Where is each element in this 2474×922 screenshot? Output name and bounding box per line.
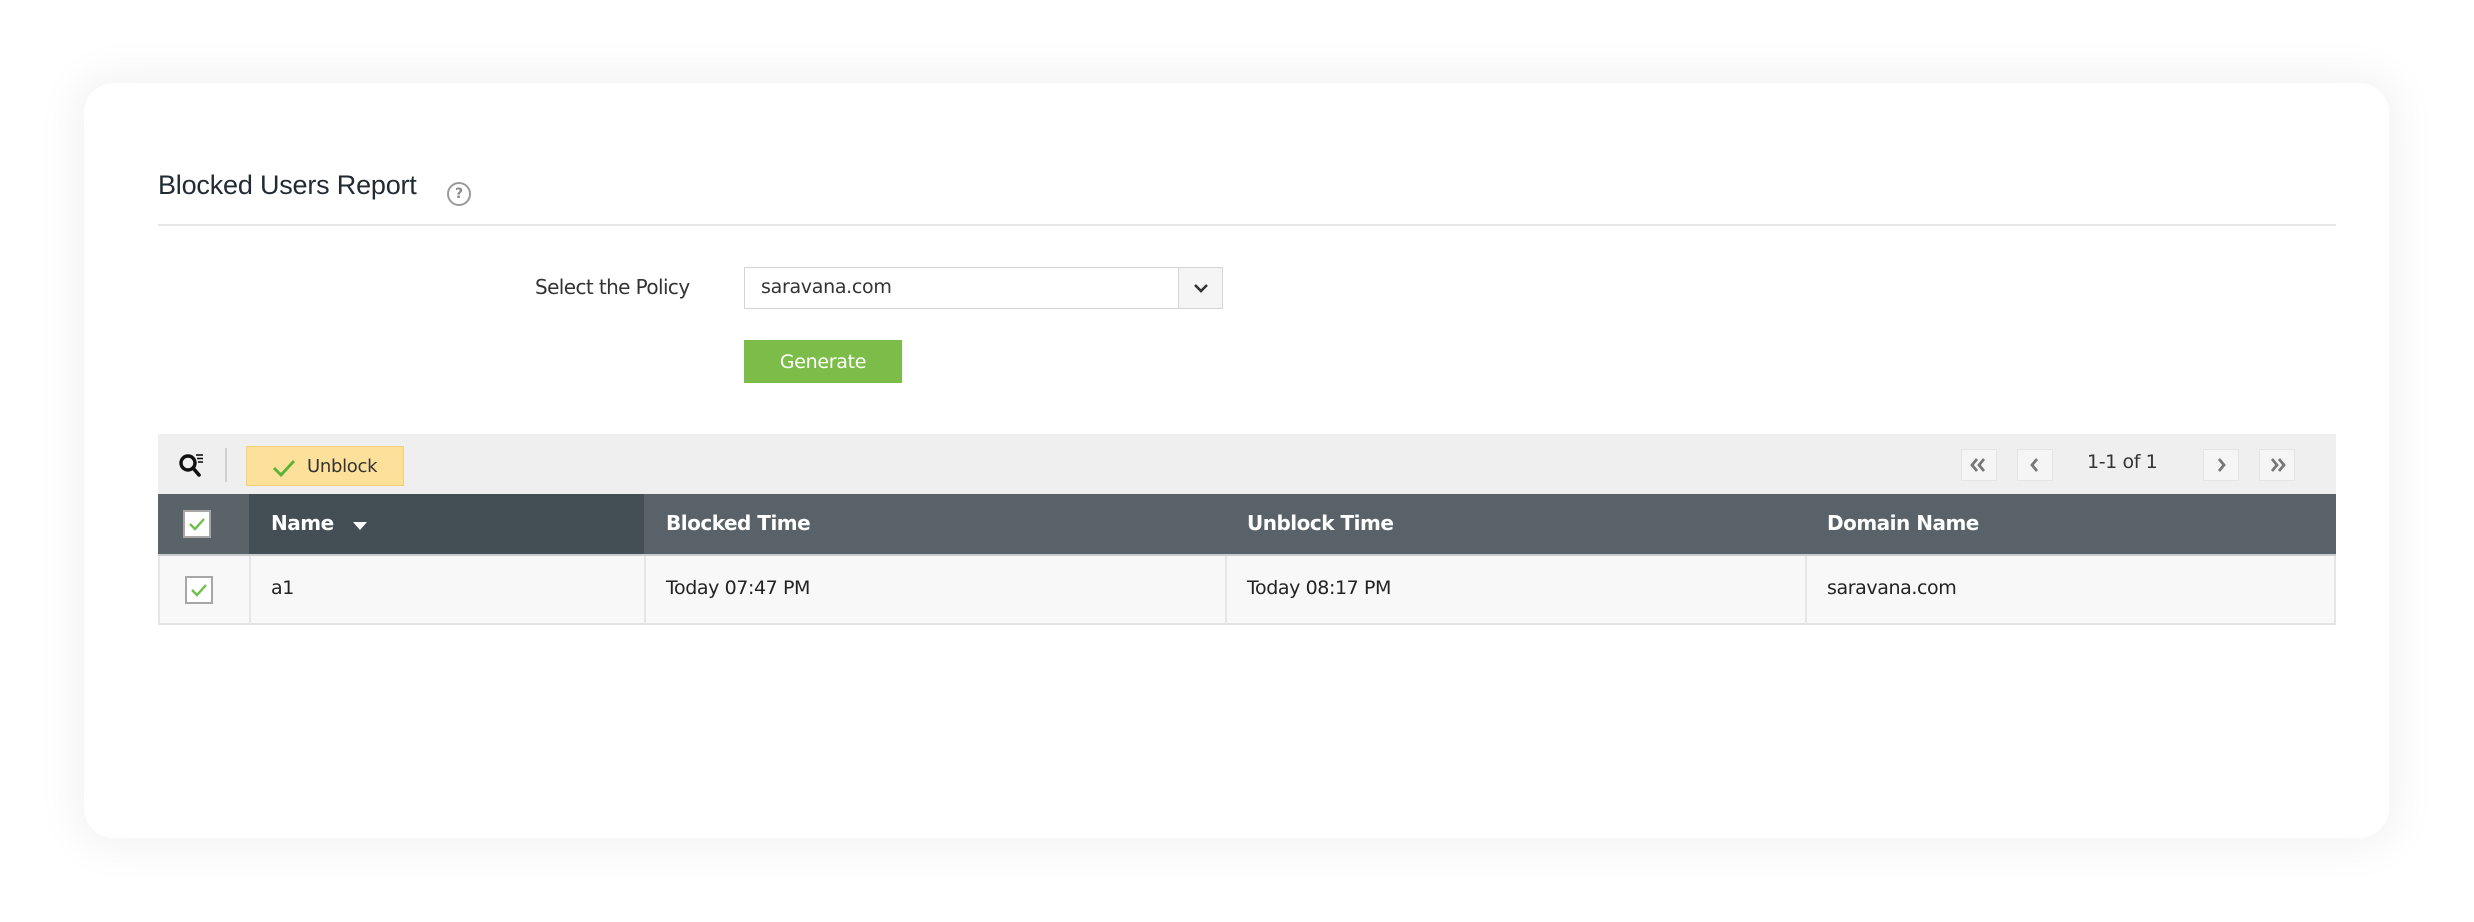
- check-icon: [189, 518, 205, 531]
- first-page-button[interactable]: [1961, 449, 1997, 481]
- header-select-all-cell: [158, 494, 249, 556]
- cell-text: a1: [271, 577, 294, 599]
- next-page-button[interactable]: [2203, 449, 2239, 481]
- generate-button[interactable]: Generate: [744, 340, 902, 383]
- chevron-right-icon: [2217, 458, 2226, 472]
- check-icon: [191, 584, 207, 597]
- toolbar-separator: [225, 448, 227, 482]
- policy-select-value: saravana.com: [761, 276, 892, 298]
- cell-unblock-time: Today 08:17 PM: [1225, 556, 1805, 625]
- row-select-cell: [158, 556, 249, 625]
- grid-toolbar: Unblock 1-1 of 1: [158, 434, 2336, 494]
- column-header-label: Name: [271, 511, 334, 535]
- policy-select[interactable]: saravana.com: [744, 267, 1223, 309]
- chevron-left-icon: [2030, 458, 2039, 472]
- question-circle-icon[interactable]: ?: [447, 182, 471, 206]
- cell-text: Today 08:17 PM: [1247, 577, 1392, 599]
- double-chevron-left-icon: [1970, 458, 1986, 472]
- column-header-label: Blocked Time: [666, 511, 811, 535]
- search-filter-icon[interactable]: [178, 452, 206, 478]
- column-header-label: Domain Name: [1827, 511, 1979, 535]
- cell-text: saravana.com: [1827, 577, 1957, 599]
- sort-down-icon[interactable]: [353, 522, 367, 530]
- cell-text: Today 07:47 PM: [666, 577, 811, 599]
- double-chevron-right-icon: [2270, 458, 2286, 472]
- row-checkbox[interactable]: [185, 576, 213, 604]
- check-icon: [272, 459, 296, 478]
- column-header-domain-name[interactable]: Domain Name: [1805, 494, 2336, 556]
- column-header-label: Unblock Time: [1247, 511, 1394, 535]
- column-header-blocked-time[interactable]: Blocked Time: [644, 494, 1225, 556]
- prev-page-button[interactable]: [2017, 449, 2053, 481]
- cell-domain-name: saravana.com: [1805, 556, 2336, 625]
- title-divider: [158, 224, 2336, 226]
- dropdown-toggle[interactable]: [1178, 268, 1222, 308]
- select-all-checkbox[interactable]: [183, 510, 211, 538]
- page-range-text: 1-1 of 1: [2087, 451, 2158, 473]
- cell-blocked-time: Today 07:47 PM: [644, 556, 1225, 625]
- column-header-unblock-time[interactable]: Unblock Time: [1225, 494, 1805, 556]
- unblock-button[interactable]: Unblock: [246, 446, 404, 486]
- policy-label: Select the Policy: [535, 275, 690, 299]
- chevron-down-icon: [1194, 284, 1208, 293]
- page-title: Blocked Users Report: [158, 170, 417, 200]
- column-header-name[interactable]: Name: [249, 494, 644, 556]
- last-page-button[interactable]: [2259, 449, 2295, 481]
- unblock-label: Unblock: [307, 456, 378, 477]
- cell-name: a1: [249, 556, 644, 625]
